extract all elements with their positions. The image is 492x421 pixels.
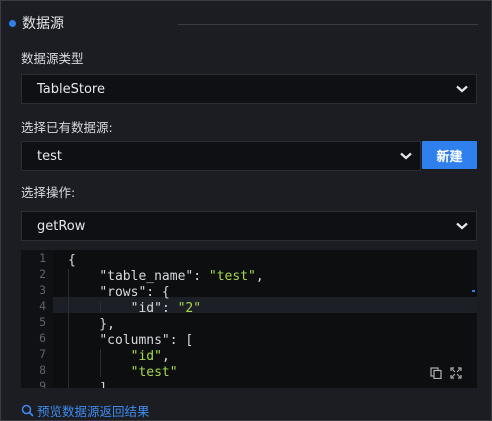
line-number: 1 — [39, 251, 46, 265]
section-header: 数据源 — [9, 11, 64, 35]
code-line: "table_name": "test", — [99, 269, 264, 284]
datasource-type-value: TableStore — [37, 81, 105, 97]
preview-results-link[interactable]: 预览数据源返回结果 — [21, 401, 150, 420]
operation-select[interactable]: getRow — [21, 211, 477, 241]
code-line: "test" — [130, 365, 178, 380]
code-line: { — [68, 253, 76, 268]
section-title: 数据源 — [22, 16, 64, 32]
chevron-down-icon — [400, 152, 412, 160]
datasource-type-label: 数据源类型 — [21, 51, 84, 66]
line-number: 4 — [39, 299, 46, 313]
line-number: 5 — [39, 315, 46, 329]
operation-value: getRow — [37, 218, 86, 234]
preview-results-label: 预览数据源返回结果 — [37, 404, 150, 419]
datasource-panel: 数据源 数据源类型 TableStore 选择已有数据源: test 新建 选择… — [0, 0, 492, 421]
datasource-type-select[interactable]: TableStore — [21, 74, 477, 104]
line-number: 8 — [39, 363, 46, 377]
code-line: "rows": { — [99, 285, 170, 300]
code-line: "id": "2" — [130, 301, 202, 316]
operation-label: 选择操作: — [21, 185, 76, 200]
line-number-gutter: 1 2 3 4 5 6 7 8 9 — [21, 250, 53, 388]
code-content[interactable]: { "table_name": "test", "rows": { "id": … — [68, 253, 477, 388]
new-datasource-button[interactable]: 新建 — [422, 141, 477, 169]
line-number: 3 — [39, 283, 46, 297]
chevron-down-icon — [456, 85, 468, 93]
code-line: ] — [68, 381, 477, 388]
code-line: "id", — [130, 349, 170, 364]
line-number: 7 — [39, 347, 46, 361]
line-number: 6 — [39, 331, 46, 345]
code-line: "columns": [ — [99, 333, 194, 348]
code-line: }, — [68, 317, 115, 332]
existing-datasource-label: 选择已有数据源: — [21, 120, 113, 135]
search-icon — [21, 404, 34, 417]
existing-datasource-value: test — [37, 148, 62, 164]
existing-datasource-select[interactable]: test — [21, 141, 421, 171]
section-bullet-icon — [9, 19, 16, 27]
line-number: 9 — [39, 379, 46, 388]
copy-icon[interactable] — [430, 367, 442, 379]
scrollbar-marker — [472, 290, 475, 292]
fullscreen-icon[interactable] — [450, 367, 462, 379]
chevron-down-icon — [456, 222, 468, 230]
code-editor[interactable]: 1 2 3 4 5 6 7 8 9 { "table_name": "test", "rows"… — [21, 250, 477, 388]
header-divider — [178, 24, 478, 25]
line-number: 2 — [39, 267, 46, 281]
